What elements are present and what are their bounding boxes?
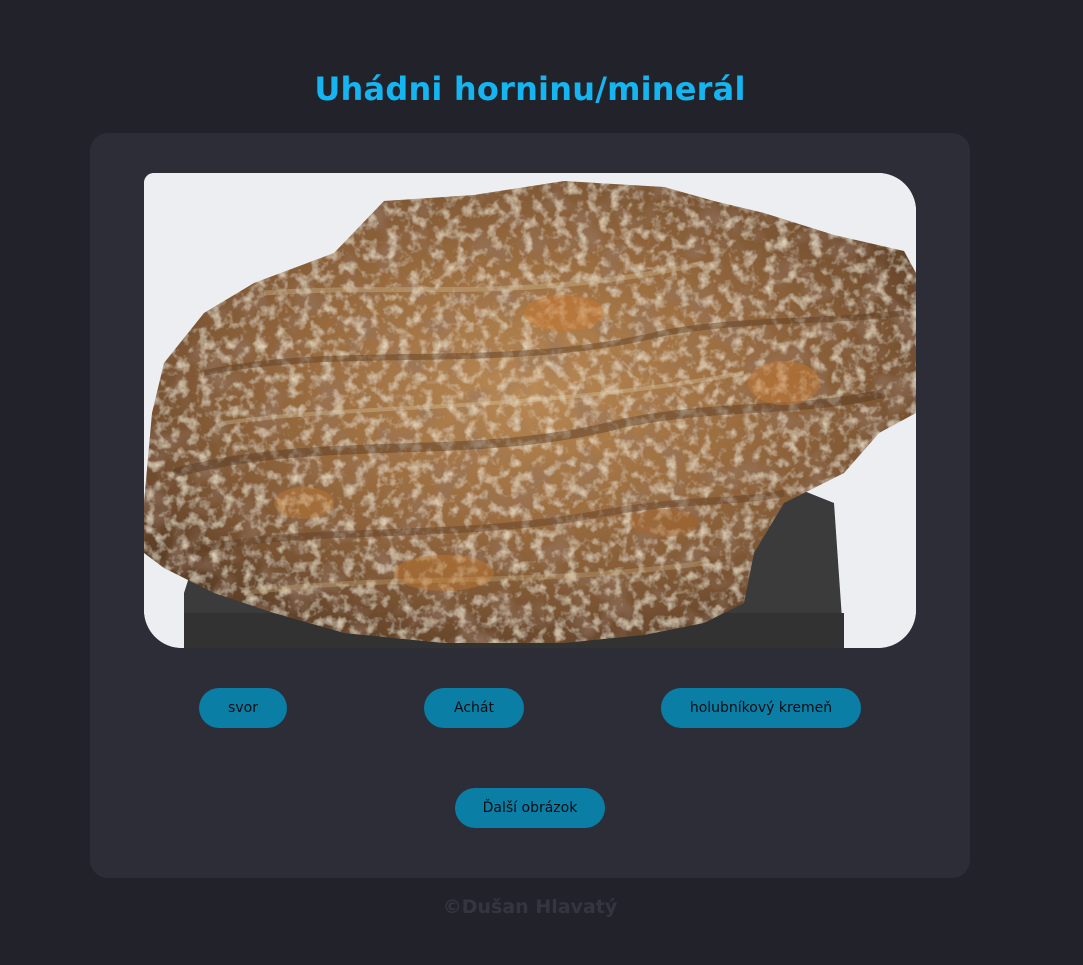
quiz-page: Uhádni horninu/minerál svor Achát holubn… <box>0 0 1083 965</box>
answer-button-1[interactable]: svor <box>199 688 287 728</box>
quiz-card: svor Achát holubníkový kremeň Ďalší obrá… <box>90 133 970 878</box>
answer-button-3[interactable]: holubníkový kremeň <box>661 688 861 728</box>
rock-photo <box>144 173 916 648</box>
next-image-button[interactable]: Ďalší obrázok <box>455 788 605 828</box>
answer-button-2[interactable]: Achát <box>424 688 524 728</box>
answer-choices: svor Achát holubníkový kremeň <box>90 688 970 728</box>
page-title: Uhádni horninu/minerál <box>314 70 746 108</box>
copyright-footer: ©Dušan Hlavatý <box>442 896 618 918</box>
